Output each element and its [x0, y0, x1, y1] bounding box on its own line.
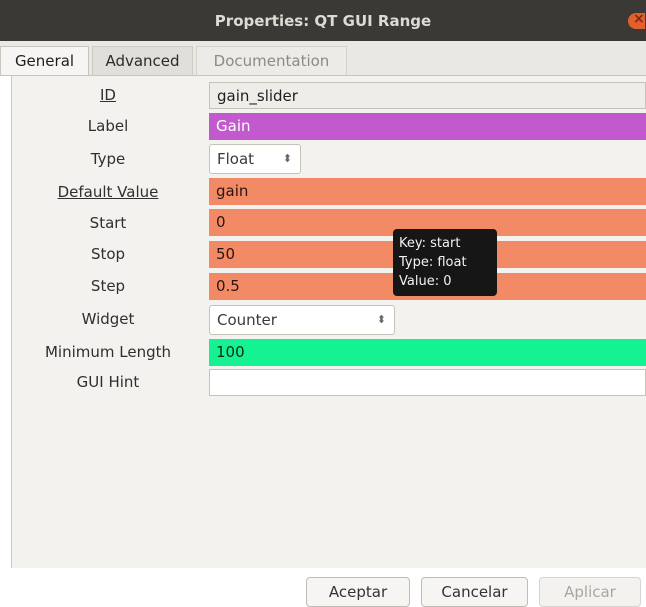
tab-documentation[interactable]: Documentation	[196, 46, 347, 75]
label-field[interactable]: Gain	[209, 113, 646, 140]
cancel-button[interactable]: Cancelar	[421, 577, 528, 607]
tab-bar: General Advanced Documentation	[0, 41, 646, 76]
gui-hint-label: GUI Hint	[76, 373, 140, 391]
spin-arrows-icon: ⬍	[282, 152, 292, 165]
tooltip-key: Key: start	[399, 236, 461, 251]
id-label: ID	[100, 86, 116, 104]
start-label: Start	[89, 214, 127, 232]
tab-advanced[interactable]: Advanced	[92, 46, 193, 75]
id-field[interactable]: gain_slider	[209, 82, 646, 109]
spin-arrows-icon: ⬍	[376, 313, 386, 326]
widget-select[interactable]: Counter ⬍	[209, 305, 395, 335]
tooltip-value: Value: 0	[399, 274, 452, 289]
type-select[interactable]: Float ⬍	[209, 144, 301, 174]
tooltip: Key: start Type: float Value: 0	[393, 229, 497, 296]
default-value-label: Default Value	[57, 183, 159, 201]
window-title: Properties: QT GUI Range	[214, 12, 432, 30]
stop-label: Stop	[90, 245, 126, 263]
label-label: Label	[87, 117, 129, 135]
step-label: Step	[90, 277, 126, 295]
close-icon[interactable]	[628, 11, 645, 29]
accept-button[interactable]: Aceptar	[306, 577, 410, 607]
widget-select-value: Counter	[217, 311, 277, 329]
tab-general[interactable]: General	[0, 46, 89, 75]
minimum-length-label: Minimum Length	[44, 343, 172, 361]
title-bar: Properties: QT GUI Range	[0, 0, 646, 41]
apply-button[interactable]: Aplicar	[539, 577, 641, 607]
type-label: Type	[90, 150, 126, 168]
gui-hint-field[interactable]	[209, 369, 646, 396]
default-value-field[interactable]: gain	[209, 178, 646, 205]
type-select-value: Float	[217, 150, 255, 168]
minimum-length-field[interactable]: 100	[209, 339, 646, 366]
tooltip-type: Type: float	[399, 255, 467, 270]
widget-label: Widget	[81, 310, 135, 328]
